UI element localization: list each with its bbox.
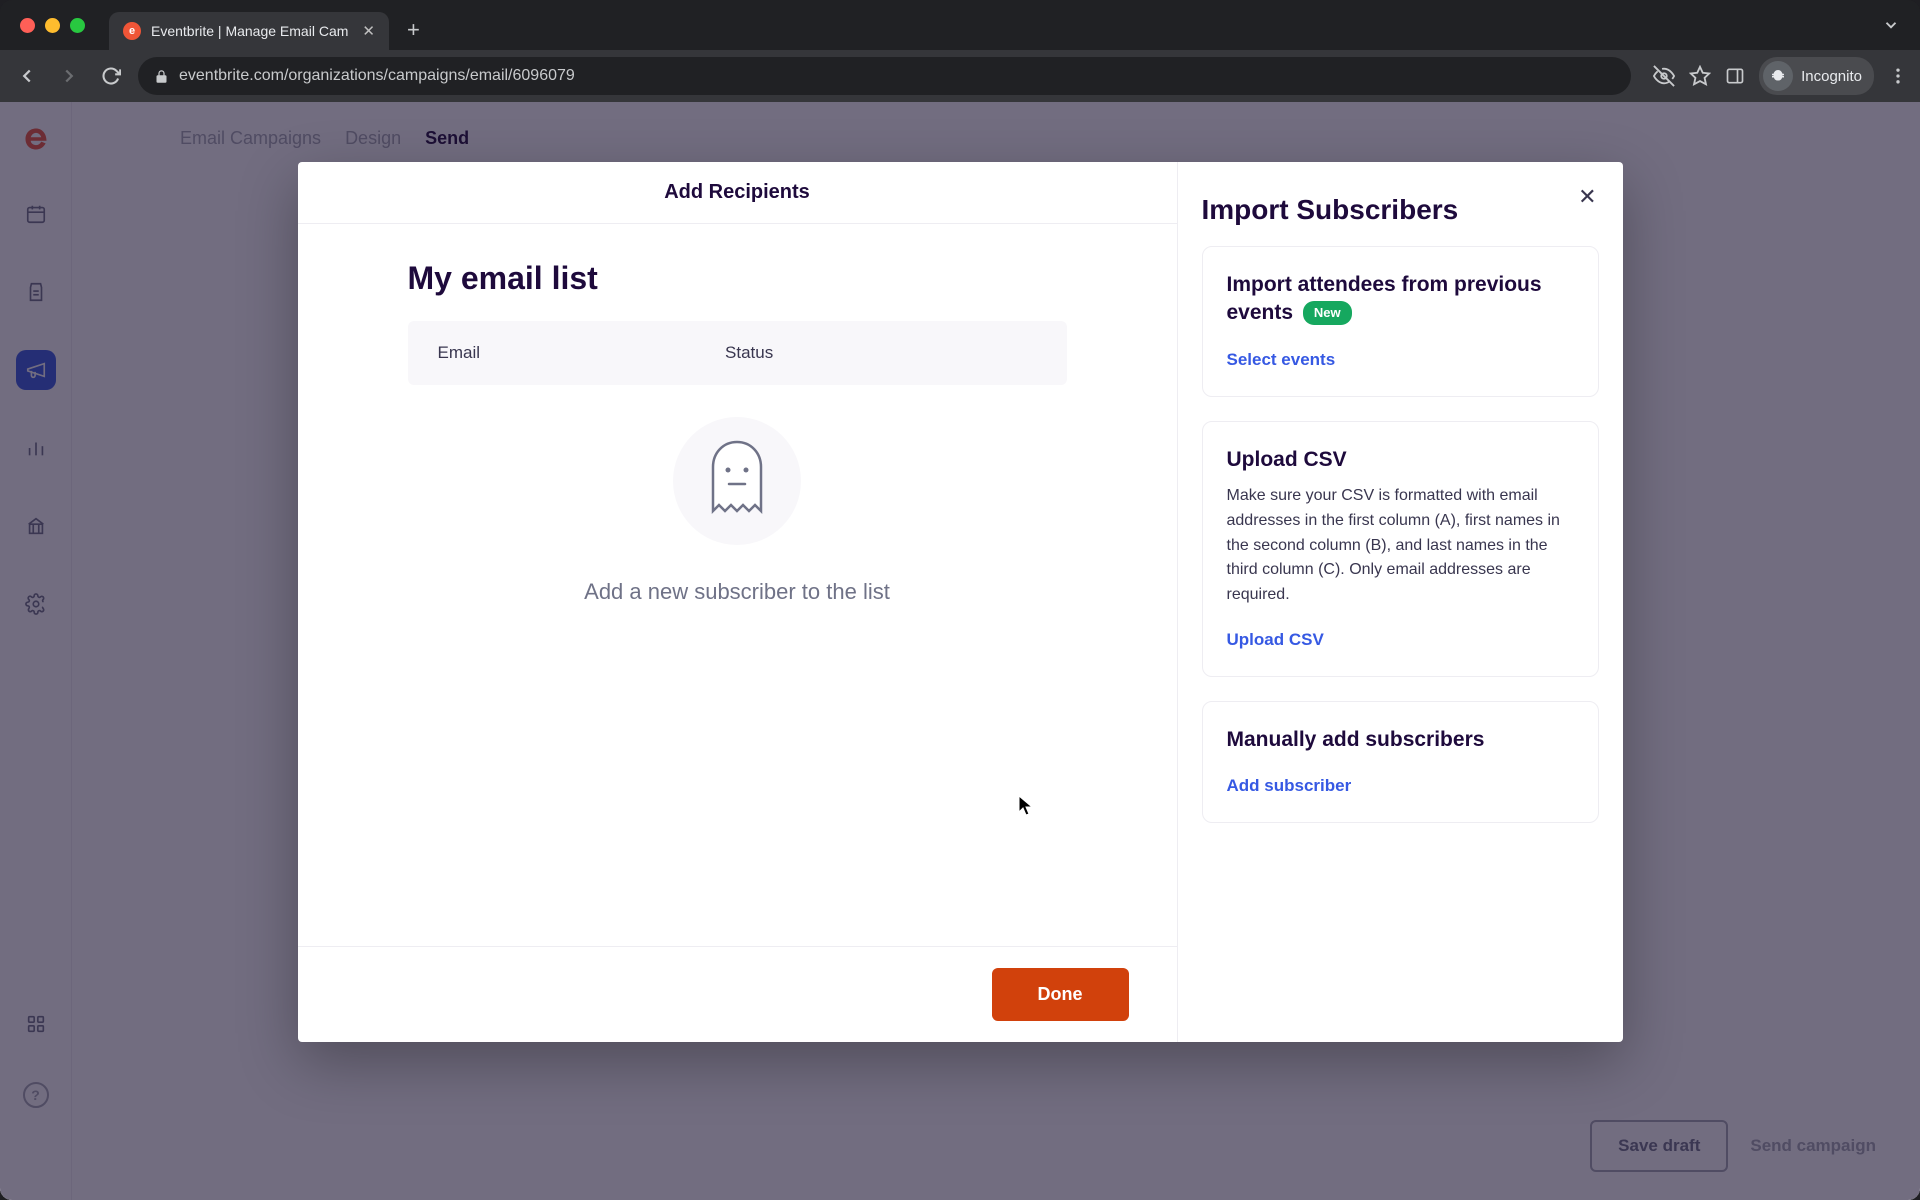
empty-state: Add a new subscriber to the list [408, 417, 1067, 605]
address-bar[interactable]: eventbrite.com/organizations/campaigns/e… [138, 57, 1631, 95]
incognito-icon [1763, 61, 1793, 91]
select-events-link[interactable]: Select events [1227, 350, 1336, 370]
close-icon[interactable]: ✕ [1578, 184, 1596, 210]
card-title-text: Import attendees from previous events [1227, 273, 1542, 324]
browser-tab[interactable]: e Eventbrite | Manage Email Cam ✕ [109, 12, 389, 50]
modal-footer: Done [298, 946, 1177, 1042]
add-subscriber-link[interactable]: Add subscriber [1227, 776, 1352, 796]
empty-ghost-icon [673, 417, 801, 545]
eye-off-icon[interactable] [1653, 65, 1675, 87]
window-minimize-button[interactable] [45, 18, 60, 33]
modal-main: Add Recipients My email list Email Statu… [298, 162, 1178, 1042]
card-title: Upload CSV [1227, 446, 1574, 474]
list-title: My email list [408, 260, 1067, 297]
url-text: eventbrite.com/organizations/campaigns/e… [179, 67, 575, 85]
panel-icon[interactable] [1725, 66, 1745, 86]
tab-title: Eventbrite | Manage Email Cam [151, 23, 352, 39]
tabbar-expand-icon[interactable] [1882, 16, 1900, 34]
import-panel-title: Import Subscribers [1202, 194, 1599, 226]
card-title: Manually add subscribers [1227, 726, 1574, 754]
modal-title: Add Recipients [298, 162, 1177, 224]
lock-icon [154, 69, 169, 84]
browser-window: e Eventbrite | Manage Email Cam ✕ + even… [0, 0, 1920, 1200]
kebab-menu-icon[interactable] [1888, 66, 1908, 86]
back-button[interactable] [12, 61, 42, 91]
card-upload-csv: Upload CSV Make sure your CSV is formatt… [1202, 421, 1599, 677]
incognito-badge[interactable]: Incognito [1759, 57, 1874, 95]
modal-body: My email list Email Status [298, 224, 1177, 946]
tab-favicon: e [123, 22, 141, 40]
table-header: Email Status [408, 321, 1067, 385]
card-title: Import attendees from previous events Ne… [1227, 271, 1574, 328]
forward-button[interactable] [54, 61, 84, 91]
page-viewport: ? Email Campaigns Design Send Save draft… [0, 102, 1920, 1200]
new-tab-button[interactable]: + [407, 17, 420, 43]
column-email: Email [438, 343, 726, 363]
toolbar-actions: Incognito [1653, 57, 1908, 95]
add-recipients-modal: Add Recipients My email list Email Statu… [298, 162, 1623, 1042]
browser-tabbar: e Eventbrite | Manage Email Cam ✕ + [0, 0, 1920, 50]
card-description: Make sure your CSV is formatted with ema… [1227, 484, 1574, 608]
reload-button[interactable] [96, 61, 126, 91]
bookmark-star-icon[interactable] [1689, 65, 1711, 87]
import-panel: ✕ Import Subscribers Import attendees fr… [1178, 162, 1623, 1042]
column-status: Status [725, 343, 1036, 363]
window-close-button[interactable] [20, 18, 35, 33]
upload-csv-link[interactable]: Upload CSV [1227, 630, 1324, 650]
incognito-label: Incognito [1801, 68, 1862, 85]
new-badge: New [1303, 301, 1352, 325]
empty-state-text: Add a new subscriber to the list [584, 579, 890, 605]
tab-close-icon[interactable]: ✕ [362, 22, 375, 40]
done-button[interactable]: Done [992, 968, 1129, 1021]
window-controls [20, 18, 85, 33]
browser-toolbar: eventbrite.com/organizations/campaigns/e… [0, 50, 1920, 102]
window-maximize-button[interactable] [70, 18, 85, 33]
modal-overlay[interactable]: Add Recipients My email list Email Statu… [0, 102, 1920, 1200]
card-manual-add: Manually add subscribers Add subscriber [1202, 701, 1599, 823]
card-import-previous: Import attendees from previous events Ne… [1202, 246, 1599, 397]
